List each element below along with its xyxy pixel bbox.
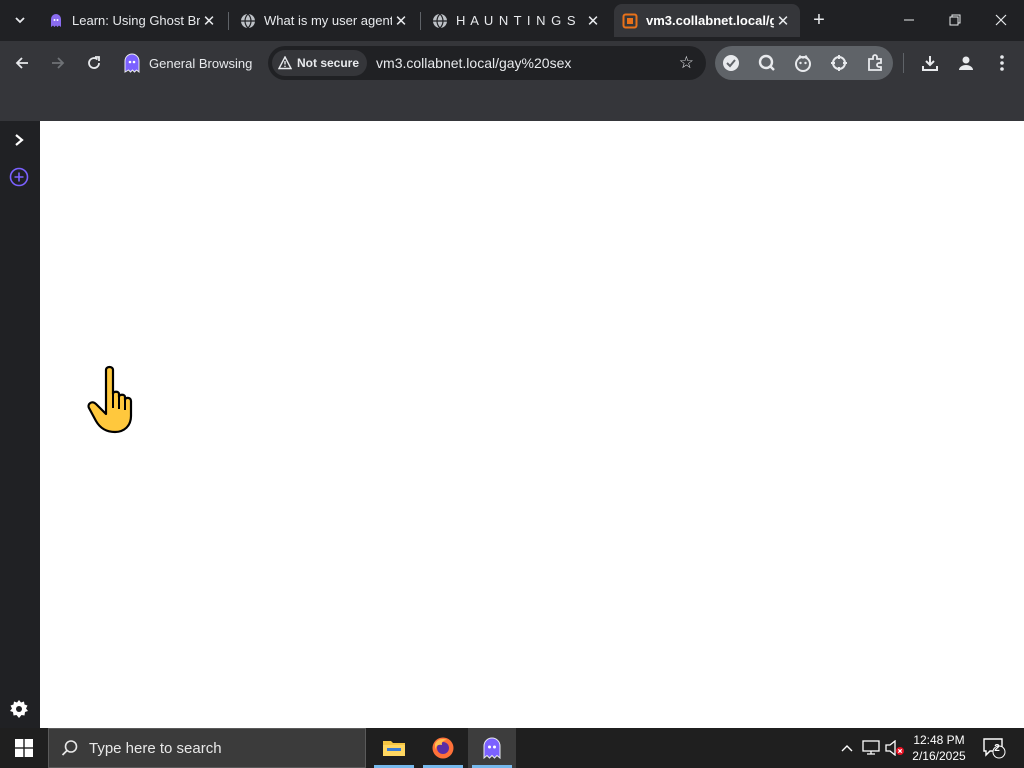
extensions-area	[715, 46, 893, 80]
tab-title: vm3.collabnet.local/g	[646, 13, 774, 28]
taskbar: Type here to search 12:48 PM 2/16/2025 2	[0, 728, 1024, 768]
tab-title: H A U N T I N G S	[456, 13, 577, 28]
warning-icon	[278, 56, 292, 70]
search-placeholder: Type here to search	[89, 739, 222, 757]
gear-icon	[10, 700, 28, 718]
taskbar-search-box[interactable]: Type here to search	[48, 728, 366, 768]
crosshair-extension-icon[interactable]	[829, 53, 849, 73]
hand-pointer-cursor-icon	[86, 364, 144, 436]
tab-learn-ghost[interactable]: Learn: Using Ghost Bro ✕	[40, 4, 226, 37]
firefox-icon	[432, 737, 454, 759]
firefox-taskbar-button[interactable]	[419, 728, 467, 768]
close-tab-icon[interactable]: ✕	[200, 12, 218, 30]
forward-button[interactable]	[44, 49, 72, 77]
tab-collabnet-active[interactable]: vm3.collabnet.local/g ✕	[614, 4, 800, 37]
plus-circle-icon	[9, 167, 29, 187]
sidebar	[0, 121, 40, 728]
bookmark-star-icon[interactable]: ☆	[679, 53, 694, 73]
profile-label: General Browsing	[149, 55, 253, 71]
title-bar: Learn: Using Ghost Bro ✕ What is my user…	[0, 0, 1024, 41]
security-label: Not secure	[297, 56, 360, 70]
folder-icon	[383, 741, 405, 756]
download-icon	[922, 56, 938, 71]
volume-button[interactable]	[884, 728, 906, 768]
arrow-left-icon	[15, 57, 28, 69]
arrow-right-icon	[52, 57, 65, 69]
address-bar[interactable]: Not secure vm3.collabnet.local/gay%20sex…	[268, 46, 706, 80]
ghost-icon	[483, 737, 501, 760]
windows-logo-icon	[15, 739, 33, 757]
tab-hauntings[interactable]: H A U N T I N G S ✕	[424, 4, 610, 37]
security-chip[interactable]: Not secure	[272, 50, 368, 76]
ghost-icon	[120, 51, 144, 75]
tab-title: What is my user agent	[264, 13, 392, 28]
toolbar: General Browsing Not secure vm3.collabne…	[0, 41, 1024, 85]
clock-date: 2/16/2025	[912, 749, 966, 763]
search-extension-icon[interactable]	[757, 53, 777, 73]
chevron-down-icon	[15, 17, 25, 24]
ghost-browser-taskbar-button[interactable]	[468, 728, 516, 768]
ghost-icon	[48, 13, 64, 29]
url-text[interactable]: vm3.collabnet.local/gay%20sex	[376, 55, 571, 71]
page-content[interactable]	[40, 121, 1024, 728]
tab-divider	[420, 12, 421, 30]
toolbar-divider	[903, 53, 904, 73]
bookmarks-bar	[0, 85, 1024, 121]
close-tab-icon[interactable]: ✕	[774, 12, 792, 30]
chevron-right-icon	[15, 134, 24, 146]
notification-center-button[interactable]: 2	[980, 728, 1008, 768]
close-tab-icon[interactable]: ✕	[584, 12, 602, 30]
settings-button[interactable]	[8, 698, 30, 720]
reload-icon	[88, 56, 100, 69]
restore-icon	[949, 14, 961, 26]
globe-icon	[432, 13, 448, 29]
expand-sidebar-button[interactable]	[8, 129, 30, 151]
system-clock[interactable]: 12:48 PM 2/16/2025	[906, 732, 972, 764]
clock-time: 12:48 PM	[913, 733, 965, 747]
face-extension-icon[interactable]	[793, 53, 813, 73]
person-icon	[959, 56, 973, 70]
tab-search-button[interactable]	[6, 6, 34, 34]
menu-button[interactable]	[988, 49, 1016, 77]
chevron-up-icon	[841, 745, 853, 752]
minimize-icon	[904, 19, 914, 21]
tab-user-agent[interactable]: What is my user agent ✕	[232, 4, 418, 37]
search-icon	[61, 740, 78, 756]
file-explorer-taskbar-button[interactable]	[370, 728, 418, 768]
add-session-button[interactable]	[8, 166, 30, 188]
show-hidden-icons-button[interactable]	[838, 728, 856, 768]
orange-page-icon	[622, 13, 638, 29]
close-icon	[995, 14, 1007, 26]
tab-divider	[228, 12, 229, 30]
network-icon	[862, 740, 880, 755]
notification-count-badge: 2	[994, 743, 1000, 754]
back-button[interactable]	[8, 49, 36, 77]
globe-icon	[240, 13, 256, 29]
minimize-button[interactable]	[886, 0, 932, 40]
reload-button[interactable]	[80, 49, 108, 77]
downloads-button[interactable]	[916, 49, 944, 77]
network-button[interactable]	[860, 728, 882, 768]
restore-button[interactable]	[932, 0, 978, 40]
tab-title: Learn: Using Ghost Bro	[72, 13, 200, 28]
volume-muted-icon	[885, 740, 904, 756]
close-window-button[interactable]	[978, 0, 1024, 40]
profile-chip[interactable]: General Browsing	[120, 49, 252, 77]
check-shield-icon[interactable]	[721, 53, 741, 73]
kebab-menu-icon	[1000, 55, 1004, 71]
profile-button[interactable]	[952, 49, 980, 77]
puzzle-extensions-icon[interactable]	[865, 53, 885, 73]
new-tab-button[interactable]: +	[808, 8, 830, 32]
close-tab-icon[interactable]: ✕	[392, 12, 410, 30]
start-button[interactable]	[0, 728, 48, 768]
